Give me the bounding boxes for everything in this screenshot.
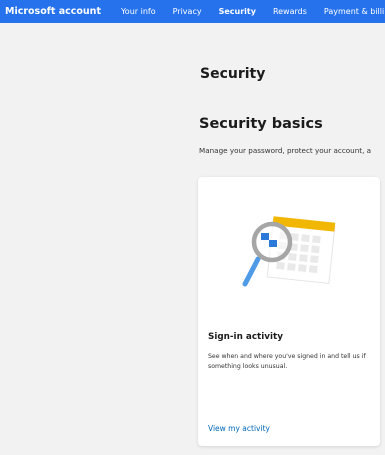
nav-security[interactable]: Security <box>219 7 256 16</box>
brand-link[interactable]: Microsoft account <box>0 6 111 17</box>
top-nav-bar: Microsoft account Your info Privacy Secu… <box>0 0 385 23</box>
section-title: Security basics <box>199 116 323 132</box>
section-description: Manage your password, protect your accou… <box>199 146 372 155</box>
card-description: See when and where you've signed in and … <box>208 353 366 370</box>
card-title: Sign-in activity <box>208 332 283 342</box>
sign-in-activity-illustration <box>242 216 336 287</box>
page-title: Security <box>200 66 266 82</box>
nav-privacy[interactable]: Privacy <box>173 7 202 16</box>
nav-your-info[interactable]: Your info <box>121 7 156 16</box>
nav-payment-billing[interactable]: Payment & billi <box>324 7 384 16</box>
sign-in-activity-card: Sign-in activity See when and where you'… <box>198 177 380 446</box>
nav-rewards[interactable]: Rewards <box>273 7 307 16</box>
view-my-activity-link[interactable]: View my activity <box>208 424 270 433</box>
